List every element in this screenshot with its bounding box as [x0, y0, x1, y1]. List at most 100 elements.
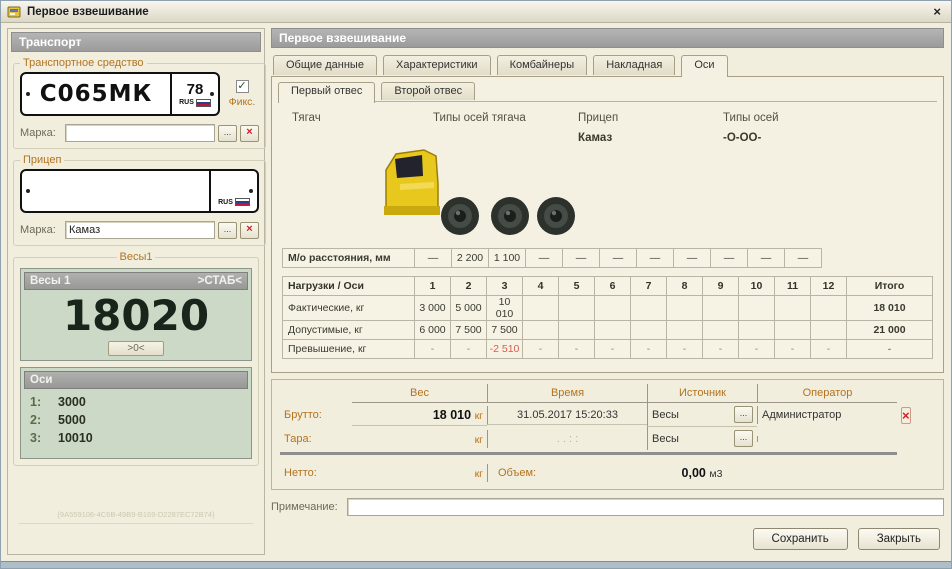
loads-header-cell: Нагрузки / Оси — [283, 277, 415, 296]
loads-header-cell: 1 — [415, 277, 451, 296]
trailer-plate-field[interactable]: RUS — [20, 169, 259, 213]
load-cell — [595, 296, 631, 321]
spacer — [897, 436, 937, 442]
gross-value: 18 010 кг — [352, 405, 487, 426]
fix-checkbox-label: Фикс. — [229, 96, 256, 108]
distance-cell[interactable]: — — [563, 249, 600, 268]
load-cell: 6 000 — [415, 321, 451, 340]
axle-weight-item: 2: 5000 — [30, 411, 242, 429]
loads-header-cell: 4 — [523, 277, 559, 296]
operator-column-header: Оператор — [757, 384, 897, 403]
net-label: Нетто: — [280, 464, 352, 482]
tab-axes[interactable]: Оси — [681, 55, 727, 77]
distance-cell[interactable]: — — [526, 249, 563, 268]
trailer-plate-main[interactable] — [22, 171, 209, 211]
gross-label: Брутто: — [280, 406, 352, 424]
vehicle-brand-clear-button[interactable]: × — [240, 125, 259, 142]
axes-panel: Оси 1: 3000 2: 5000 3: 10010 — [20, 367, 252, 459]
axle-weight-item: 1: 3000 — [30, 393, 242, 411]
actual-loads-row: Фактические, кг 3 000 5 000 10 010 — [283, 296, 933, 321]
distance-cell[interactable]: 1 100 — [489, 249, 526, 268]
distance-cell[interactable]: — — [415, 249, 452, 268]
gross-source-browse-button[interactable]: ... — [734, 406, 753, 423]
tare-label: Тара: — [280, 430, 352, 448]
distance-cell[interactable]: 2 200 — [452, 249, 489, 268]
close-window-button[interactable]: × — [929, 4, 945, 19]
axle-weight: 10010 — [58, 429, 93, 447]
trailer-brand-clear-button[interactable]: × — [240, 222, 259, 239]
load-cell — [631, 296, 667, 321]
transport-panel-header: Транспорт — [11, 32, 261, 52]
plate-bolt-icon — [249, 189, 253, 193]
vehicle-plate-region[interactable]: 78 — [187, 82, 204, 97]
volume-value: 0,00 м3 — [647, 463, 757, 483]
vehicle-brand-input[interactable] — [65, 124, 215, 142]
weighing-window: Первое взвешивание × Транспорт Транспорт… — [0, 0, 952, 569]
tractor-label: Тягач — [278, 112, 433, 124]
vehicle-plate-main[interactable]: С065МК — [22, 74, 170, 114]
scale-zero-button[interactable]: >0< — [108, 341, 163, 356]
axle-weight: 5000 — [58, 411, 86, 429]
axle-index: 3: — [30, 429, 44, 447]
rus-flag-icon — [235, 198, 250, 206]
session-guid: {9A559106-4C6B-49B9-B169-D2287EC72B74} — [11, 510, 261, 519]
spacer — [897, 470, 937, 476]
tare-operator — [757, 436, 897, 442]
trailer-brand-browse-button[interactable]: ... — [218, 222, 237, 239]
distance-cell[interactable]: — — [637, 249, 674, 268]
save-button[interactable]: Сохранить — [753, 528, 848, 550]
weigh-subtabs: Первый отвес Второй отвес — [278, 81, 937, 102]
vehicle-plate-number[interactable]: С065МК — [40, 81, 153, 107]
tare-source-browse-button[interactable]: ... — [734, 430, 753, 447]
tab-characteristics[interactable]: Характеристики — [383, 55, 491, 75]
distance-cell[interactable]: — — [600, 249, 637, 268]
note-label: Примечание: — [271, 501, 341, 513]
loads-header-row: Нагрузки / Оси 1 2 3 4 5 6 7 8 9 10 11 1… — [283, 277, 933, 296]
scale-group-legend: Весы1 — [117, 251, 156, 263]
distance-cell[interactable]: — — [785, 249, 822, 268]
weighing-panel-header: Первое взвешивание — [271, 28, 944, 48]
fix-checkbox[interactable]: ✓ — [236, 80, 249, 93]
tab-combiners[interactable]: Комбайнеры — [497, 55, 588, 75]
trailer-plate-region-box[interactable]: RUS — [209, 171, 257, 211]
axes-tab-content: Первый отвес Второй отвес Тягач Типы осе… — [271, 76, 944, 373]
tare-value: кг — [352, 429, 487, 449]
subtab-first-weigh[interactable]: Первый отвес — [278, 82, 375, 103]
vehicle-brand-browse-button[interactable]: ... — [218, 125, 237, 142]
distance-cell[interactable]: — — [748, 249, 785, 268]
vehicle-plate-field[interactable]: С065МК 78 RUS — [20, 72, 220, 116]
axes-types-label: Типы осей — [723, 112, 779, 124]
weight-column-header: Вес — [352, 384, 487, 403]
rus-flag-icon — [196, 99, 211, 107]
trailer-brand-input[interactable] — [65, 221, 215, 239]
volume-unit: м3 — [709, 468, 722, 480]
tab-invoice[interactable]: Накладная — [593, 55, 675, 75]
row-total: 21 000 — [847, 321, 933, 340]
load-cell — [811, 296, 847, 321]
axes-types-value: -О-ОО- — [723, 132, 761, 144]
spacer — [757, 470, 897, 476]
subtab-second-weigh[interactable]: Второй отвес — [381, 82, 475, 100]
load-cell — [703, 321, 739, 340]
loads-header-cell: Итого — [847, 277, 933, 296]
note-input[interactable] — [347, 498, 944, 516]
load-cell — [631, 321, 667, 340]
row-total: 18 010 — [847, 296, 933, 321]
vehicle-plate-region-box[interactable]: 78 RUS — [170, 74, 218, 114]
axes-panel-header: Оси — [30, 374, 52, 386]
scale-group: Весы1 Весы 1 >СТАБ< 18020 >0< Оси 1: — [13, 251, 259, 466]
gross-time: 31.05.2017 15:20:33 — [487, 406, 647, 425]
axle-index: 2: — [30, 411, 44, 429]
load-cell: 7 500 — [451, 321, 487, 340]
transport-panel: Транспорт Транспортное средство С065МК 7… — [7, 28, 265, 555]
delete-gross-button[interactable]: × — [901, 407, 911, 424]
loads-header-cell: 2 — [451, 277, 487, 296]
load-cell: - — [523, 340, 559, 359]
plate-bolt-icon — [210, 92, 214, 96]
tab-general[interactable]: Общие данные — [273, 55, 377, 75]
close-button[interactable]: Закрыть — [858, 528, 940, 550]
load-cell: - — [415, 340, 451, 359]
distance-cell[interactable]: — — [674, 249, 711, 268]
scale-display-title: Весы 1 — [30, 275, 70, 287]
distance-cell[interactable]: — — [711, 249, 748, 268]
